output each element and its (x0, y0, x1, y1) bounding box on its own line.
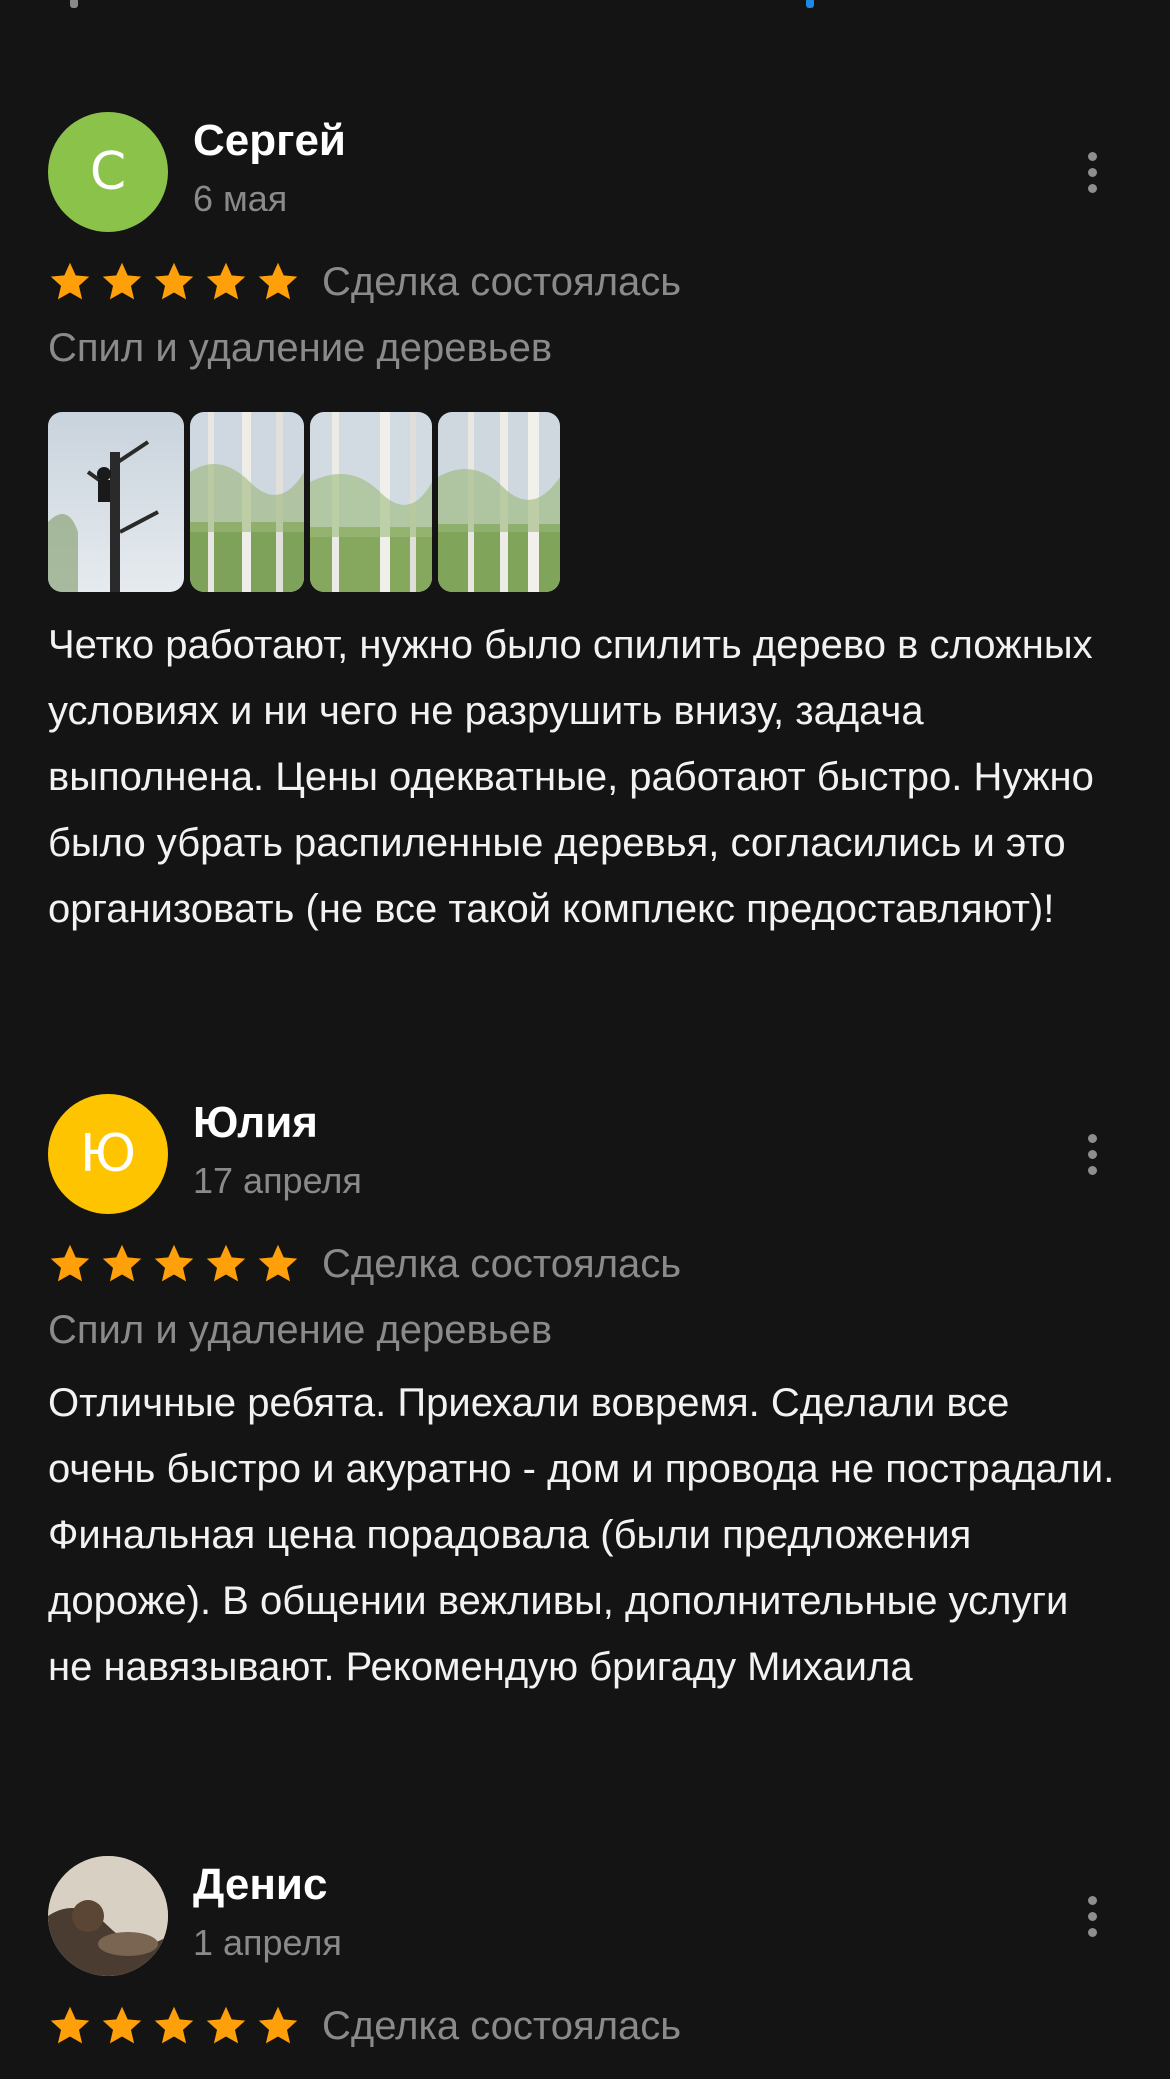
star-icon (206, 262, 246, 300)
cut-off-text-fragment (70, 0, 78, 8)
star-icon (206, 1244, 246, 1282)
star-icon (50, 1244, 90, 1282)
author-name[interactable]: Денис (193, 1860, 327, 1910)
star-rating (48, 1242, 300, 1286)
review-header: Денис 1 апреля (48, 1856, 1122, 1976)
star-icon (102, 262, 142, 300)
review-card: Денис 1 апреля Сделка состоялась (48, 1856, 1122, 2058)
deal-status: Сделка состоялась (322, 259, 682, 304)
review-text: Отличные ребята. Приехали вовремя. Сдела… (48, 1381, 1115, 1689)
star-rating (48, 2004, 300, 2048)
review-card: Ю Юлия 17 апреля Сделка состоялась Спил … (48, 1094, 1122, 1700)
more-dot-icon (1087, 1149, 1097, 1159)
more-options-button[interactable] (1062, 1886, 1122, 1946)
more-dot-icon (1087, 1895, 1097, 1905)
service-name: Спил и удаление деревьев (48, 1308, 553, 1352)
review-card: С Сергей 6 мая Сделка состоялась Спил и … (48, 112, 1122, 942)
star-icon (258, 262, 298, 300)
review-photo-4[interactable] (438, 412, 560, 592)
more-dot-icon (1087, 1165, 1097, 1175)
star-rating (48, 260, 300, 304)
star-icon (102, 1244, 142, 1282)
avatar[interactable]: Ю (48, 1094, 168, 1214)
review-photo-1[interactable] (48, 412, 184, 592)
previous-content-edge (0, 0, 1170, 14)
star-icon (258, 1244, 298, 1282)
more-options-button[interactable] (1062, 142, 1122, 202)
cut-off-link-fragment (806, 0, 814, 8)
more-dot-icon (1087, 167, 1097, 177)
star-icon (50, 2006, 90, 2044)
review-header: Ю Юлия 17 апреля (48, 1094, 1122, 1214)
avatar-letter: Ю (79, 1124, 137, 1184)
review-date: 1 апреля (193, 1922, 342, 1963)
review-photo-3[interactable] (310, 412, 432, 592)
deal-status: Сделка состоялась (322, 2003, 682, 2048)
review-header: С Сергей 6 мая (48, 112, 1122, 232)
star-icon (154, 2006, 194, 2044)
more-dot-icon (1087, 1911, 1097, 1921)
author-name[interactable]: Юлия (193, 1098, 318, 1148)
more-dot-icon (1087, 183, 1097, 193)
review-date: 17 апреля (193, 1160, 362, 1201)
author-name[interactable]: Сергей (193, 116, 346, 166)
avatar-letter: С (89, 142, 127, 202)
review-text: Четко работают, нужно было спилить дерев… (48, 623, 1094, 931)
avatar[interactable] (48, 1856, 168, 1976)
star-icon (206, 2006, 246, 2044)
more-dot-icon (1087, 151, 1097, 161)
star-icon (258, 2006, 298, 2044)
more-dot-icon (1087, 1133, 1097, 1143)
review-photos (48, 412, 1122, 592)
review-photo-2[interactable] (190, 412, 304, 592)
rating-row: Сделка состоялась (48, 1232, 1122, 1296)
more-dot-icon (1087, 1927, 1097, 1937)
service-name: Спил и удаление деревьев (48, 326, 553, 370)
rating-row: Сделка состоялась (48, 250, 1122, 314)
star-icon (50, 262, 90, 300)
star-icon (154, 262, 194, 300)
user-photo-icon (48, 1856, 168, 1976)
more-options-button[interactable] (1062, 1124, 1122, 1184)
star-icon (102, 2006, 142, 2044)
deal-status: Сделка состоялась (322, 1241, 682, 1286)
avatar[interactable]: С (48, 112, 168, 232)
star-icon (154, 1244, 194, 1282)
rating-row: Сделка состоялась (48, 1994, 1122, 2058)
review-date: 6 мая (193, 178, 288, 219)
